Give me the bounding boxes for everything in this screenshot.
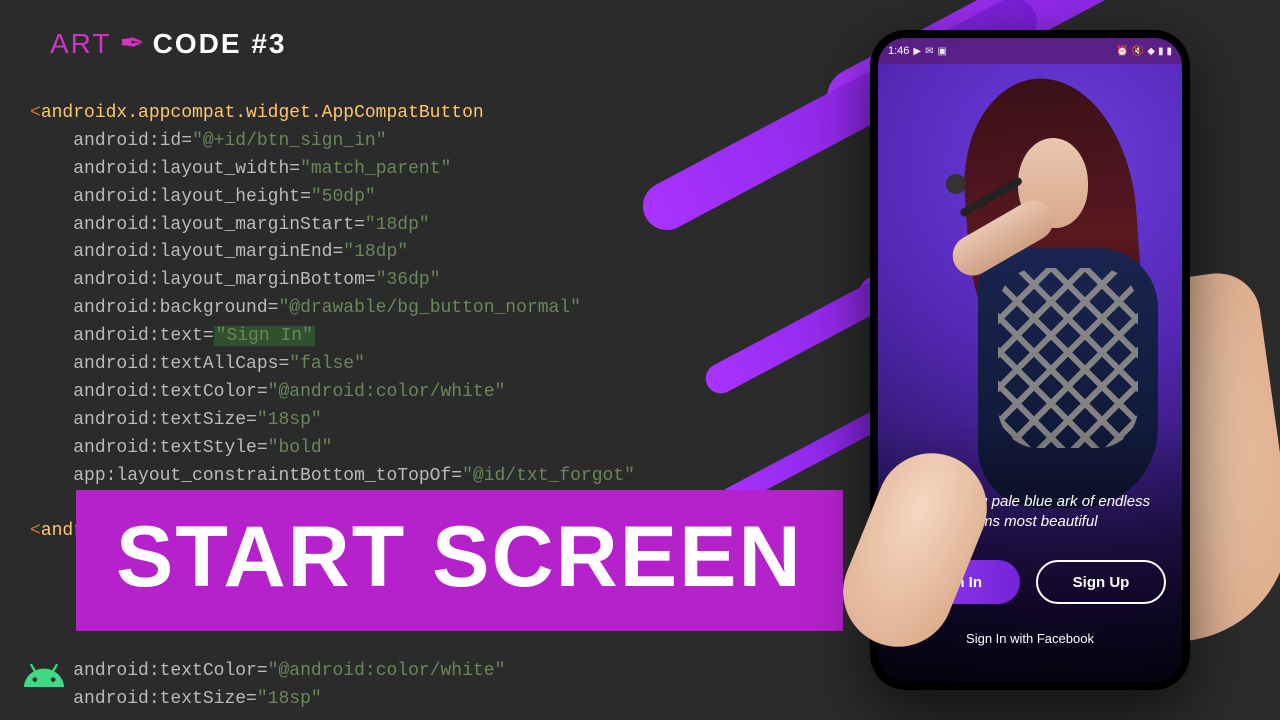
facebook-link[interactable]: Sign In with Facebook <box>878 631 1182 646</box>
alarm-icon: ⏰ <box>1116 46 1128 57</box>
brand-logo: ART ✒ CODE #3 <box>50 26 286 61</box>
signal-icon: ▮ <box>1158 46 1164 57</box>
auth-buttons: Sign In Sign Up <box>894 560 1166 604</box>
pen-icon: ✒ <box>120 26 145 61</box>
notif-icon: ▣ <box>938 46 947 57</box>
wifi-icon: ◆ <box>1147 46 1155 57</box>
phone-frame: 1:46 ▶ ✉ ▣ ⏰ 🔇 ◆ ▮ ▮ <box>870 30 1190 690</box>
phone-screen: 1:46 ▶ ✉ ▣ ⏰ 🔇 ◆ ▮ ▮ <box>878 38 1182 682</box>
logo-code: CODE #3 <box>153 28 287 60</box>
banner-title: START SCREEN <box>116 508 803 607</box>
phone-mockup: 1:46 ▶ ✉ ▣ ⏰ 🔇 ◆ ▮ ▮ <box>850 30 1250 710</box>
title-banner: START SCREEN <box>76 490 843 631</box>
status-time: 1:46 <box>888 45 909 57</box>
logo-art: ART <box>50 28 112 60</box>
mute-icon: 🔇 <box>1132 46 1144 57</box>
android-icon <box>22 654 66 698</box>
status-bar: 1:46 ▶ ✉ ▣ ⏰ 🔇 ◆ ▮ ▮ <box>878 38 1182 64</box>
sign-in-button[interactable]: Sign In <box>894 560 1020 604</box>
tagline-text: Our floating pale blue ark of endless fo… <box>894 492 1166 533</box>
hero-image <box>908 78 1158 458</box>
sign-up-button[interactable]: Sign Up <box>1036 560 1166 604</box>
notif-icon: ✉ <box>925 46 933 57</box>
youtube-icon: ▶ <box>913 46 921 57</box>
battery-icon: ▮ <box>1166 46 1172 57</box>
